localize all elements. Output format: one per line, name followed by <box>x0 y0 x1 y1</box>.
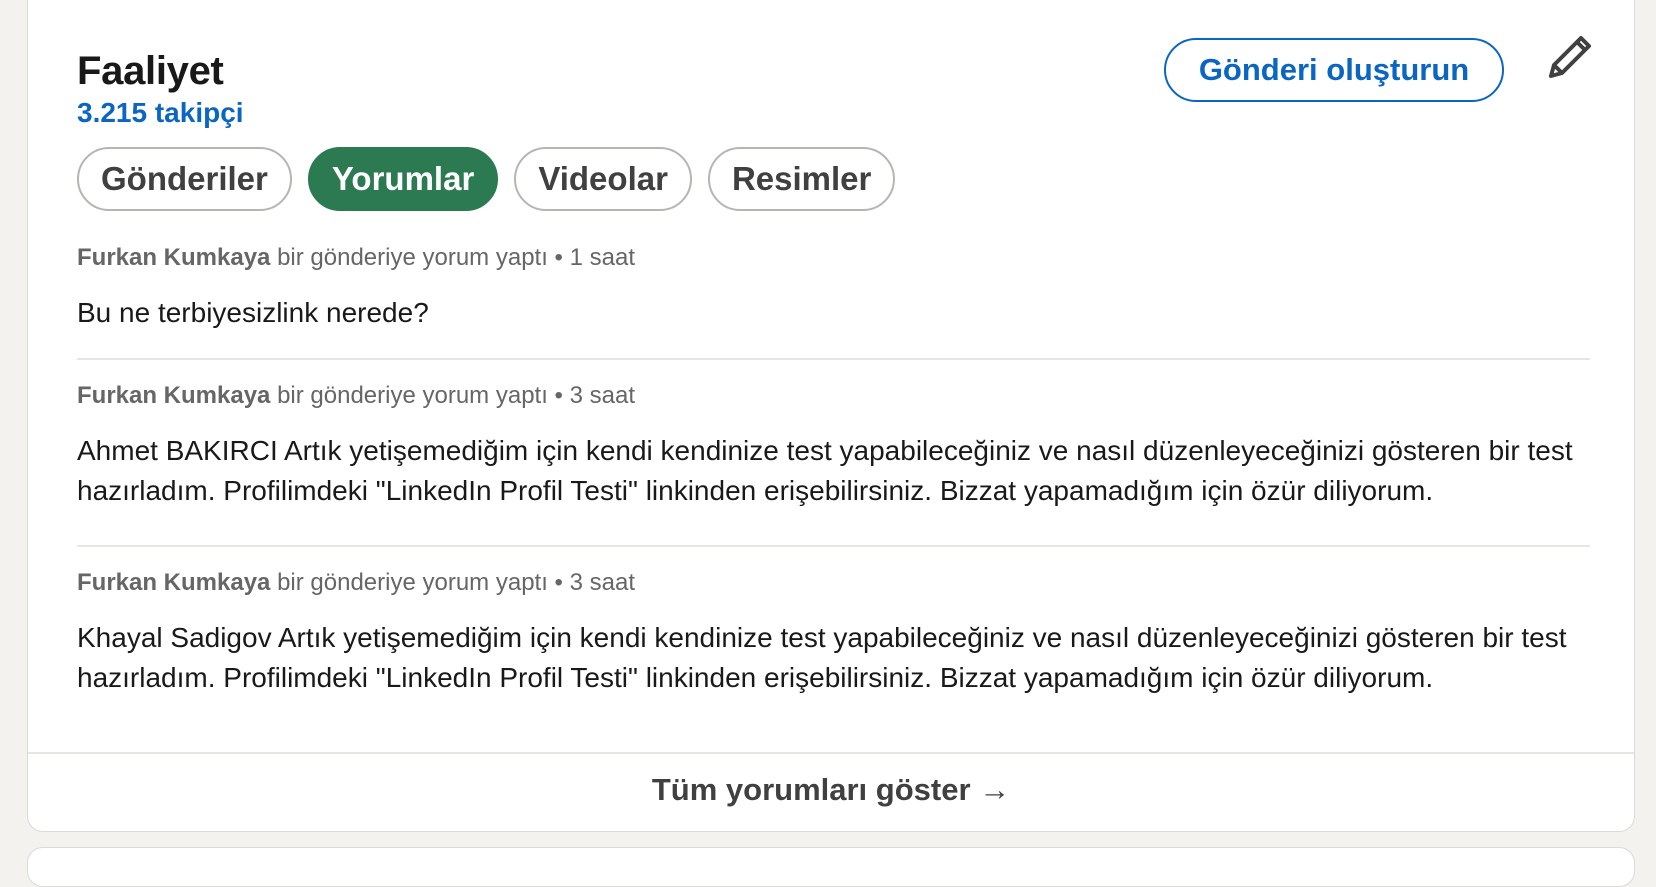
tab-comments[interactable]: Yorumlar <box>307 147 499 211</box>
comment-author[interactable]: Furkan Kumkaya <box>77 244 270 271</box>
comment-item[interactable]: Furkan Kumkaya bir gönderiye yorum yaptı… <box>77 243 1590 333</box>
edit-button[interactable] <box>1538 25 1602 89</box>
meta-separator: • <box>547 244 570 271</box>
card-footer: Tüm yorumları göster → <box>28 752 1634 832</box>
meta-separator: • <box>547 569 570 596</box>
comment-meta: Furkan Kumkaya bir gönderiye yorum yaptı… <box>77 381 1590 411</box>
followers-link[interactable]: 3.215 takipçi <box>77 97 244 129</box>
comment-action: bir gönderiye yorum yaptı <box>270 382 548 409</box>
divider <box>77 545 1590 547</box>
tab-images[interactable]: Resimler <box>707 147 896 211</box>
comment-time: 3 saat <box>569 569 636 596</box>
create-post-button[interactable]: Gönderi oluşturun <box>1164 38 1504 102</box>
comment-meta: Furkan Kumkaya bir gönderiye yorum yaptı… <box>77 568 1590 598</box>
activity-card: Faaliyet 3.215 takipçi Gönderi oluşturun… <box>27 0 1635 832</box>
meta-separator: • <box>547 382 570 409</box>
activity-filter-tabs: Gönderiler Yorumlar Videolar Resimler <box>77 147 896 211</box>
comment-text: Ahmet BAKIRCI Artık yetişemediğim için k… <box>77 435 1573 506</box>
comment-text: Bu ne terbiyesizlink nerede? <box>77 297 429 328</box>
comment-text: Khayal Sadigov Artık yetişemediğim için … <box>77 622 1567 693</box>
tab-posts[interactable]: Gönderiler <box>77 147 292 211</box>
pencil-icon <box>1549 36 1591 78</box>
divider <box>77 358 1590 360</box>
comment-author[interactable]: Furkan Kumkaya <box>77 382 270 409</box>
comment-action: bir gönderiye yorum yaptı <box>270 569 548 596</box>
comment-item[interactable]: Furkan Kumkaya bir gönderiye yorum yaptı… <box>77 381 1590 511</box>
comment-action: bir gönderiye yorum yaptı <box>270 244 548 271</box>
comment-item[interactable]: Furkan Kumkaya bir gönderiye yorum yaptı… <box>77 568 1590 698</box>
next-card <box>27 847 1635 887</box>
section-title: Faaliyet <box>77 49 224 93</box>
comment-time: 3 saat <box>569 382 636 409</box>
comment-author[interactable]: Furkan Kumkaya <box>77 569 270 596</box>
comment-meta: Furkan Kumkaya bir gönderiye yorum yaptı… <box>77 243 1590 273</box>
comment-time: 1 saat <box>569 244 636 271</box>
tab-videos[interactable]: Videolar <box>514 147 692 211</box>
show-all-comments-link[interactable]: Tüm yorumları göster → <box>28 772 1634 808</box>
